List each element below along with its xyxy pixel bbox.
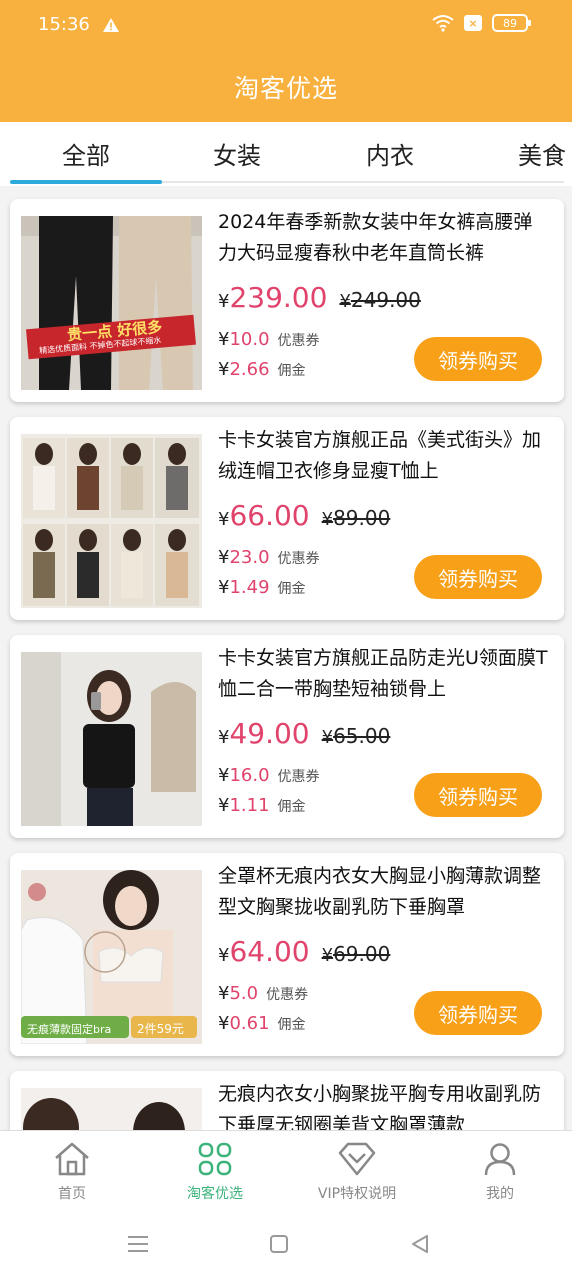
nav-mine[interactable]: 我的: [435, 1141, 565, 1203]
product-image[interactable]: [21, 652, 202, 826]
nav-label: 淘客优选: [187, 1186, 243, 1202]
home-square-icon[interactable]: [269, 1234, 289, 1254]
coupon-value: 5.0: [229, 983, 259, 1004]
category-tabs: 全部 女装 内衣 美食: [0, 122, 572, 186]
coupon-label: 优惠券: [277, 551, 320, 567]
battery-icon: 89: [492, 14, 531, 32]
product-title[interactable]: 2024年春季新款女装中年女裤高腰弹力大码显瘦春秋中老年直筒长裤: [218, 207, 548, 269]
coupon-info: ¥10.0 优惠券: [218, 329, 320, 350]
product-card[interactable]: 贵一点 好很多 精选优质面料 不掉色不起球不缩水 2024年春季新款女装中年女裤…: [10, 199, 564, 402]
tab-women-clothing[interactable]: 女装: [213, 136, 261, 171]
product-price: ¥ 64.00 ¥69.00: [218, 935, 391, 968]
product-price: ¥ 49.00 ¥65.00: [218, 717, 391, 750]
commission-label: 佣金: [277, 1017, 306, 1033]
user-icon: [484, 1143, 516, 1176]
nav-label: 我的: [486, 1186, 514, 1202]
coupon-info: ¥5.0 优惠券: [218, 983, 309, 1004]
product-image[interactable]: [21, 1088, 202, 1130]
grid-icon: [198, 1142, 232, 1176]
commission-value: 2.66: [229, 359, 270, 380]
back-icon[interactable]: [410, 1234, 430, 1254]
commission-label: 佣金: [277, 363, 306, 379]
nav-taoke[interactable]: 淘客优选: [150, 1141, 280, 1203]
nav-vip[interactable]: VIP特权说明: [292, 1141, 422, 1203]
product-price: ¥ 239.00 ¥249.00: [218, 281, 421, 314]
page-title: 淘客优选: [233, 74, 338, 103]
menu-icon[interactable]: [127, 1234, 149, 1254]
tab-food[interactable]: 美食: [518, 136, 566, 171]
product-image[interactable]: 无痕薄款固定bra 2件59元: [21, 870, 202, 1044]
current-price: 66.00: [229, 499, 310, 532]
sim-icon: ×: [464, 15, 482, 31]
wifi-icon: [432, 15, 454, 32]
coupon-label: 优惠券: [277, 333, 320, 349]
status-bar: 15:36 × 89: [0, 0, 572, 52]
original-price: ¥69.00: [321, 942, 391, 966]
get-coupon-buy-button[interactable]: 领券购买: [414, 337, 542, 381]
commission-info: ¥0.61 佣金: [218, 1013, 306, 1034]
commission-info: ¥2.66 佣金: [218, 359, 306, 380]
product-image[interactable]: 贵一点 好很多 精选优质面料 不掉色不起球不缩水: [21, 216, 202, 390]
bottom-nav: 首页 淘客优选 VIP特权说明 我的: [0, 1130, 572, 1210]
commission-info: ¥1.11 佣金: [218, 795, 306, 816]
current-price: 239.00: [229, 281, 328, 314]
product-image[interactable]: [21, 434, 202, 608]
coupon-info: ¥23.0 优惠券: [218, 547, 320, 568]
current-price: 64.00: [229, 935, 310, 968]
coupon-value: 16.0: [229, 765, 270, 786]
get-coupon-buy-button[interactable]: 领券购买: [414, 991, 542, 1035]
nav-home[interactable]: 首页: [7, 1141, 137, 1203]
get-coupon-buy-button[interactable]: 领券购买: [414, 555, 542, 599]
product-card[interactable]: 卡卡女装官方旗舰正品《美式街头》加绒连帽卫衣修身显瘦T恤上 ¥ 66.00 ¥8…: [10, 417, 564, 620]
system-nav-bar: [0, 1210, 572, 1280]
get-coupon-buy-button[interactable]: 领券购买: [414, 773, 542, 817]
product-card[interactable]: 卡卡女装官方旗舰正品防走光U领面膜T恤二合一带胸垫短袖锁骨上 ¥ 49.00 ¥…: [10, 635, 564, 838]
commission-value: 0.61: [229, 1013, 270, 1034]
title-bar: 淘客优选: [0, 52, 572, 122]
product-title[interactable]: 全罩杯无痕内衣女大胸显小胸薄款调整型文胸聚拢收副乳防下垂胸罩: [218, 861, 548, 923]
product-title[interactable]: 无痕内衣女小胸聚拢平胸专用收副乳防下垂厚无钢圈美背文胸罩薄款: [218, 1079, 548, 1130]
product-title[interactable]: 卡卡女装官方旗舰正品《美式街头》加绒连帽卫衣修身显瘦T恤上: [218, 425, 548, 487]
coupon-label: 优惠券: [266, 987, 309, 1003]
original-price: ¥89.00: [321, 506, 391, 530]
tab-underwear[interactable]: 内衣: [366, 136, 414, 171]
product-card[interactable]: 无痕薄款固定bra 2件59元 全罩杯无痕内衣女大胸显小胸薄款调整型文胸聚拢收副…: [10, 853, 564, 1056]
current-price: 49.00: [229, 717, 310, 750]
commission-value: 1.49: [229, 577, 270, 598]
product-price: ¥ 66.00 ¥89.00: [218, 499, 391, 532]
coupon-value: 10.0: [229, 329, 270, 350]
commission-label: 佣金: [277, 581, 306, 597]
image-badge-text: 无痕薄款固定bra: [27, 1023, 112, 1036]
commission-info: ¥1.49 佣金: [218, 577, 306, 598]
product-list[interactable]: 贵一点 好很多 精选优质面料 不掉色不起球不缩水 2024年春季新款女装中年女裤…: [0, 186, 572, 1130]
nav-label: VIP特权说明: [317, 1186, 397, 1202]
commission-value: 1.11: [229, 795, 270, 816]
warning-icon: [103, 18, 119, 32]
product-card[interactable]: 无痕内衣女小胸聚拢平胸专用收副乳防下垂厚无钢圈美背文胸罩薄款: [10, 1071, 564, 1130]
status-time: 15:36: [38, 14, 90, 35]
product-title[interactable]: 卡卡女装官方旗舰正品防走光U领面膜T恤二合一带胸垫短袖锁骨上: [218, 643, 548, 705]
currency-symbol: ¥: [218, 291, 230, 312]
coupon-info: ¥16.0 优惠券: [218, 765, 320, 786]
coupon-value: 23.0: [229, 547, 270, 568]
nav-label: 首页: [58, 1186, 86, 1202]
tab-all[interactable]: 全部: [62, 136, 110, 171]
tab-active-indicator: [10, 180, 162, 184]
image-badge-price: 2件59元: [137, 1022, 184, 1036]
commission-label: 佣金: [277, 799, 306, 815]
home-icon: [55, 1142, 89, 1176]
original-price: ¥249.00: [339, 288, 421, 312]
original-price: ¥65.00: [321, 724, 391, 748]
coupon-label: 优惠券: [277, 769, 320, 785]
diamond-icon: [338, 1142, 376, 1176]
